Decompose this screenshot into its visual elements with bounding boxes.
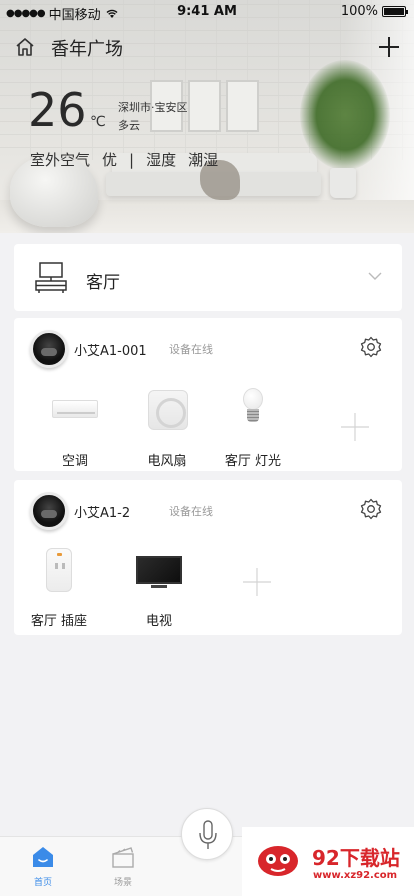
humidity-value: 潮湿 — [188, 151, 219, 169]
device-label: 客厅 灯光 — [224, 454, 282, 469]
device-tile[interactable]: 客厅 灯光 — [208, 388, 298, 469]
gear-icon[interactable] — [360, 336, 382, 358]
home-icon[interactable] — [14, 36, 36, 58]
device-tile[interactable]: 空调 — [30, 388, 120, 469]
watermark: 92下载站 www.xz92.com — [242, 827, 414, 896]
device-tile[interactable]: 电视 — [114, 548, 204, 629]
voice-button[interactable] — [181, 808, 233, 860]
gear-icon[interactable] — [360, 498, 382, 520]
room-name: 客厅 — [86, 273, 120, 293]
location-title[interactable]: 香年广场 — [51, 35, 123, 61]
temperature-unit: ℃ — [90, 114, 106, 130]
watermark-logo-icon — [258, 846, 298, 876]
hub-name: 小艾A1-001 — [74, 344, 147, 359]
device-label: 空调 — [61, 454, 88, 469]
tab-home[interactable]: 首页 — [13, 845, 73, 888]
air-conditioner-icon — [50, 388, 100, 434]
robot-avatar-icon — [30, 492, 68, 530]
tab-label: 首页 — [33, 878, 52, 888]
robot-avatar-icon — [30, 330, 68, 368]
air-quality-row: 室外空气 优 | 湿度 潮湿 — [30, 149, 218, 170]
status-right: 100% — [340, 4, 408, 19]
room-selector[interactable]: 客厅 — [14, 244, 402, 311]
hub-name: 小艾A1-2 — [74, 506, 131, 521]
device-label: 电视 — [145, 614, 172, 629]
tv-cabinet-icon — [35, 262, 67, 293]
hub-card: 小艾A1-2 设备在线 客厅 插座 电视 — [14, 480, 402, 635]
tab-scene[interactable]: 场景 — [93, 845, 153, 888]
scene-clapper-icon — [112, 847, 134, 868]
weather-condition: 多云 — [118, 119, 140, 132]
socket-icon — [34, 548, 84, 594]
microphone-icon — [199, 820, 217, 849]
home-tab-icon — [33, 847, 53, 867]
device-list: 客厅 插座 电视 — [14, 538, 402, 633]
hub-header: 小艾A1-2 设备在线 — [14, 480, 402, 538]
battery-percent: 100% — [340, 4, 378, 19]
app-screen: ●●●●● 中国移动 9:41 AM 100% 香年广场 26 ℃ 深圳市·宝安… — [0, 0, 414, 896]
battery-icon — [382, 6, 408, 17]
hub-header: 小艾A1-001 设备在线 — [14, 318, 402, 376]
chevron-down-icon[interactable] — [368, 271, 382, 281]
device-label: 客厅 插座 — [30, 614, 88, 629]
tab-label: 场景 — [113, 878, 132, 888]
separator: | — [129, 150, 135, 169]
hub-card: 小艾A1-001 设备在线 空调 电风扇 客厅 灯光 — [14, 318, 402, 471]
watermark-title: 92下载站 — [312, 846, 400, 870]
fan-icon — [142, 388, 192, 434]
device-label: 电风扇 — [147, 454, 187, 469]
plus-icon[interactable] — [377, 35, 401, 59]
temperature-value: 26 — [28, 83, 87, 137]
add-device-icon[interactable] — [242, 567, 272, 597]
humidity-label: 湿度 — [146, 151, 177, 169]
add-device-icon[interactable] — [340, 412, 370, 442]
hub-status: 设备在线 — [169, 343, 213, 356]
air-value: 优 — [102, 151, 118, 169]
air-label: 室外空气 — [30, 151, 91, 169]
device-tile[interactable]: 客厅 插座 — [14, 548, 104, 629]
watermark-url: www.xz92.com — [313, 870, 398, 881]
device-tile[interactable]: 电风扇 — [122, 388, 212, 469]
hero-banner: ●●●●● 中国移动 9:41 AM 100% 香年广场 26 ℃ 深圳市·宝安… — [0, 0, 414, 233]
status-bar: ●●●●● 中国移动 9:41 AM 100% — [0, 0, 414, 24]
tv-icon — [134, 548, 184, 594]
hub-status: 设备在线 — [169, 505, 213, 518]
device-list: 空调 电风扇 客厅 灯光 — [14, 376, 402, 471]
plant-pot — [330, 168, 356, 198]
city-label: 深圳市·宝安区 — [118, 101, 188, 114]
light-bulb-icon — [228, 388, 278, 434]
